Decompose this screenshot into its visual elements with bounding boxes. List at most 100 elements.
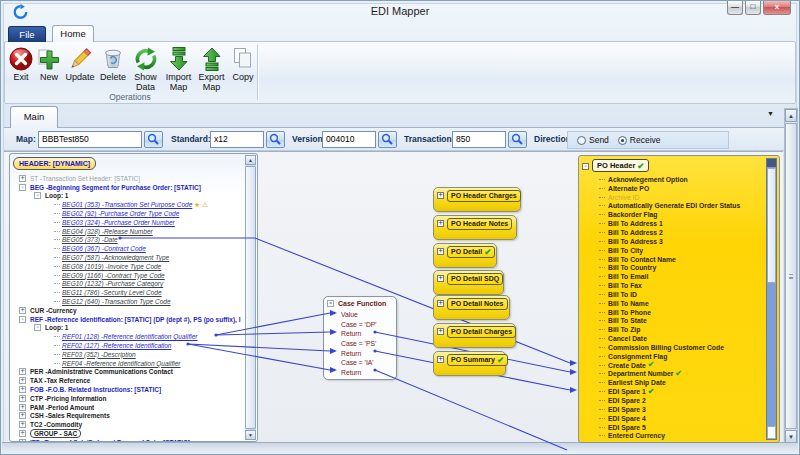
scroll-down-button[interactable]	[767, 426, 776, 439]
version-input[interactable]: 004010	[322, 131, 376, 148]
collapse-icon[interactable]: -	[327, 300, 334, 307]
po-field-row[interactable]: EDI Spare 5	[599, 423, 763, 432]
case-function-item[interactable]: Case = 'IA'	[324, 358, 396, 368]
case-function-item[interactable]: Return	[324, 348, 396, 358]
po-field-row[interactable]: Department Number✔	[599, 370, 763, 379]
update-button[interactable]: Update	[63, 43, 97, 92]
scrollbar-thumb[interactable]	[767, 168, 776, 283]
case-function-item[interactable]: Value	[324, 310, 396, 320]
tree-row[interactable]: +ST -Transaction Set Header: [STATIC]	[19, 174, 243, 183]
expand-icon[interactable]: +	[437, 248, 444, 255]
po-field-row[interactable]: EDI Spare 4	[599, 414, 763, 423]
expand-icon[interactable]: +	[19, 395, 26, 402]
map-lookup-button[interactable]	[144, 131, 163, 148]
exit-button[interactable]: Exit	[7, 43, 35, 92]
main-scrollbar[interactable]: ▲ ▼	[784, 108, 798, 444]
tree-row[interactable]: BEG05 (373) -Date	[54, 236, 243, 245]
expand-icon[interactable]: +	[19, 404, 26, 411]
target-box-po-header-charges[interactable]: +PO Header Charges	[433, 187, 521, 212]
tree-row[interactable]: -BEG -Beginning Segment for Purchase Ord…	[19, 183, 243, 192]
case-function-item[interactable]: Return	[324, 368, 396, 378]
tree-row[interactable]: BEG10 (1232) -Purchase Category	[54, 280, 243, 289]
map-input[interactable]: BBBTest850	[38, 131, 142, 148]
scroll-up-button[interactable]: ▲	[785, 109, 797, 122]
po-field-row[interactable]: Bill To State	[599, 317, 763, 326]
expand-icon[interactable]: +	[19, 368, 26, 375]
target-box-po-header-notes[interactable]: +PO Header Notes	[433, 215, 517, 240]
scroll-down-button[interactable]: ▼	[245, 430, 256, 440]
po-field-row[interactable]: Excise ID	[599, 440, 763, 442]
tree-row[interactable]: BEG01 (353) -Transaction Set Purpose Cod…	[54, 200, 243, 209]
collapse-icon[interactable]: -	[34, 324, 41, 331]
tree-row[interactable]: BEG02 (92) -Purchase Order Type Code	[54, 209, 243, 218]
expand-icon[interactable]: +	[437, 275, 444, 282]
new-button[interactable]: New	[35, 43, 63, 92]
expand-icon[interactable]: +	[19, 175, 26, 182]
po-field-row[interactable]: Consignment Flag	[599, 352, 763, 361]
po-field-row[interactable]: Acknowlegement Option	[599, 175, 763, 184]
tree-row[interactable]: +PAM -Period Amount	[19, 403, 243, 412]
target-box-po-detail-notes[interactable]: +PO Detail Notes	[433, 295, 510, 320]
po-field-row[interactable]: EDI Spare 1✔	[599, 387, 763, 396]
tree-row[interactable]: +TC2 -Commodity	[19, 420, 243, 429]
tree-row[interactable]: BEG12 (640) -Transaction Type Code	[54, 297, 243, 306]
expand-icon[interactable]: +	[437, 192, 444, 199]
tree-row[interactable]: BEG07 (587) -Acknowledgment Type	[54, 253, 243, 262]
po-field-row[interactable]: Bill To Contact Name	[599, 255, 763, 264]
tree-row[interactable]: REF03 (352) -Description	[54, 350, 243, 359]
transaction-input[interactable]: 850	[452, 131, 506, 148]
standard-lookup-button[interactable]	[266, 131, 285, 148]
po-field-row[interactable]: Bill To Email	[599, 272, 763, 281]
target-box-po-detail[interactable]: +PO Detail✔	[433, 243, 497, 268]
tree-row[interactable]: BEG09 (1166) -Contract Type Code	[54, 271, 243, 280]
expand-icon[interactable]: +	[19, 412, 26, 419]
po-field-row[interactable]: Bill To Zip	[599, 325, 763, 334]
tree-row[interactable]: -Loop: 1	[34, 324, 243, 333]
po-header-scrollbar[interactable]	[766, 158, 777, 440]
tree-row[interactable]: BEG03 (324) -Purchase Order Number	[54, 218, 243, 227]
standard-input[interactable]: x12	[210, 131, 264, 148]
tree-row[interactable]: +TAX -Tax Reference	[19, 376, 243, 385]
import-map-button[interactable]: Import Map	[162, 43, 195, 92]
receive-radio[interactable]	[618, 136, 627, 145]
send-radio[interactable]	[577, 136, 586, 145]
target-box-po-detail-charges[interactable]: +PO Detail Charges	[433, 323, 516, 348]
tree-row[interactable]: +CUR -Currency	[19, 306, 243, 315]
po-field-row[interactable]: Bill To Address 2	[599, 228, 763, 237]
close-button[interactable]: x	[763, 1, 791, 15]
tree-row[interactable]: BEG08 (1019) -Invoice Type Code	[54, 262, 243, 271]
expand-icon[interactable]: +	[19, 430, 26, 437]
po-field-row[interactable]: Bill To City	[599, 246, 763, 255]
expand-icon[interactable]: +	[19, 421, 26, 428]
target-box-po-detail-sdq[interactable]: +PO Detail SDQ	[433, 270, 504, 295]
collapse-icon[interactable]: -	[19, 184, 26, 191]
case-function-item[interactable]: Case = 'DP'	[324, 320, 396, 330]
show-data-button[interactable]: Show Data	[129, 43, 162, 92]
tree-row[interactable]: BEG06 (367) -Contract Code	[54, 244, 243, 253]
po-field-row[interactable]: Archive ID	[599, 193, 763, 202]
tree-row[interactable]: REF02 (127) -Reference Identification	[54, 341, 243, 350]
collapse-icon[interactable]: -	[19, 316, 26, 323]
maximize-button[interactable]: □	[745, 1, 761, 15]
po-field-row[interactable]: Bill To Address 1	[599, 219, 763, 228]
tree-row[interactable]: +ITD -Terms of Sale/Deferred Terms of Sa…	[19, 438, 243, 441]
po-field-row[interactable]: Bill To Country	[599, 263, 763, 272]
expand-icon[interactable]: +	[437, 328, 444, 335]
minimize-button[interactable]: —	[727, 1, 743, 15]
expand-icon[interactable]: +	[19, 307, 26, 314]
version-lookup-button[interactable]	[378, 131, 397, 148]
case-function-box[interactable]: -Case Function ValueCase = 'DP'ReturnCas…	[323, 296, 397, 380]
export-map-button[interactable]: Export Map	[195, 43, 228, 92]
collapse-icon[interactable]: -	[34, 192, 41, 199]
file-tab[interactable]: File	[8, 26, 46, 42]
po-field-row[interactable]: Bill To Name	[599, 299, 763, 308]
scroll-up-button[interactable]: ▲	[245, 155, 256, 165]
po-field-row[interactable]: Backorder Flag	[599, 210, 763, 219]
header-dynamic-chip[interactable]: HEADER: [DYNAMIC]	[13, 157, 96, 170]
po-field-row[interactable]: Bill To ID	[599, 290, 763, 299]
expand-icon[interactable]: +	[19, 386, 26, 393]
po-field-row[interactable]: Alternate PO	[599, 184, 763, 193]
expand-icon[interactable]: +	[437, 220, 444, 227]
po-field-row[interactable]: Commission Billing Customer Code	[599, 343, 763, 352]
po-header-title[interactable]: PO Header✔	[592, 159, 649, 172]
